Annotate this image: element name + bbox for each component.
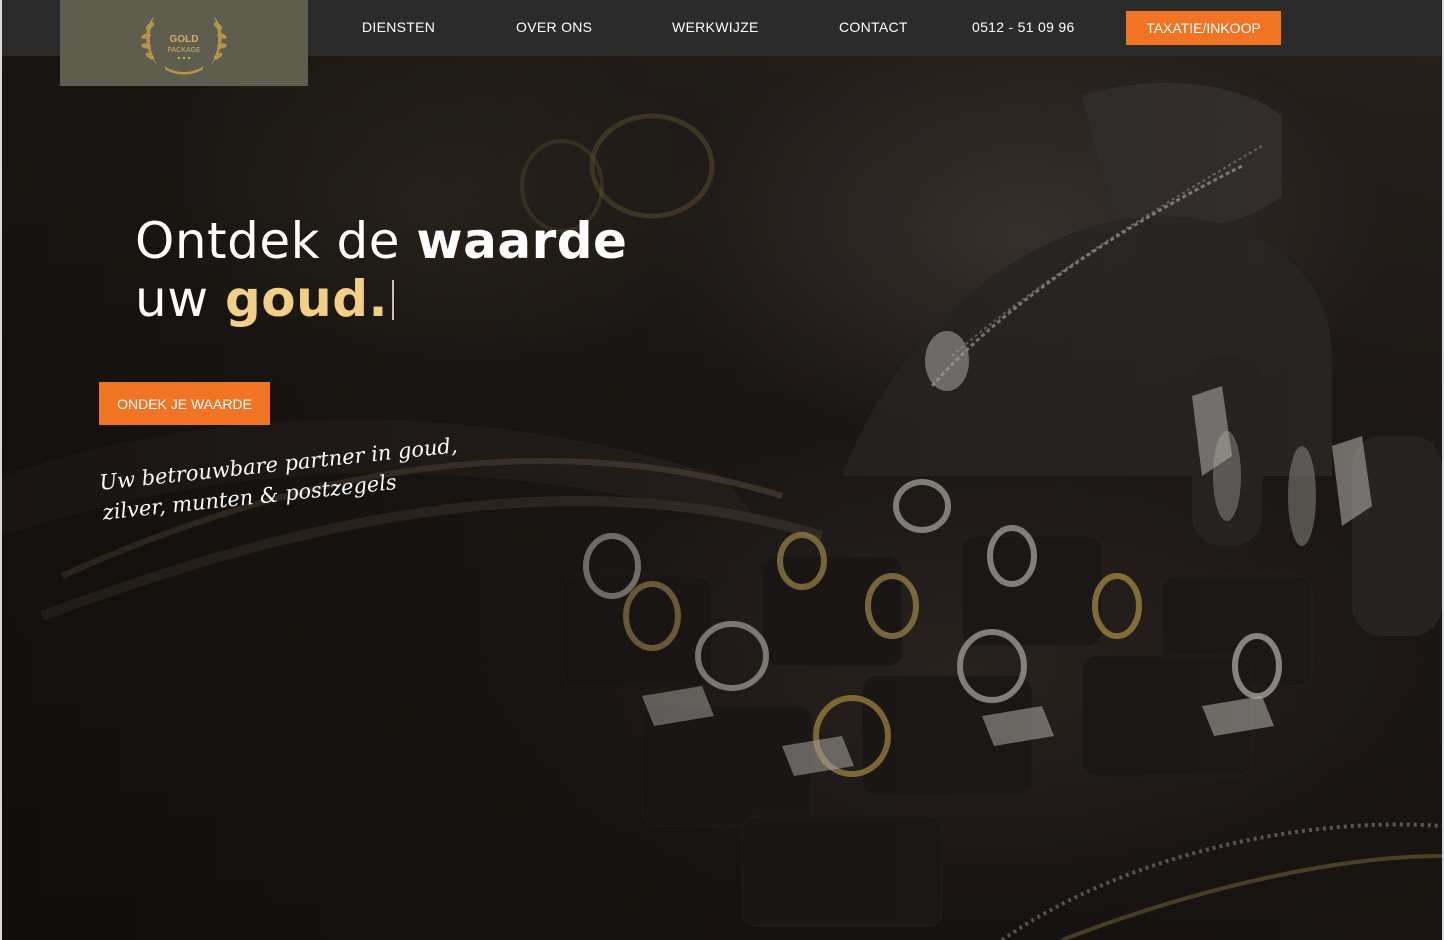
typing-cursor — [392, 280, 395, 320]
laurel-wreath-logo-icon: GOLD PACKAGE — [141, 16, 227, 75]
nav-item-diensten[interactable]: DIENSTEN — [362, 19, 435, 35]
logo[interactable]: GOLD PACKAGE — [60, 0, 308, 86]
headline-text-gold: goud. — [225, 270, 389, 328]
logo-text-package: PACKAGE — [167, 47, 201, 54]
headline-text-3: uw — [135, 270, 209, 328]
headline-text-1: Ontdek de — [135, 212, 400, 270]
taxatie-inkoop-button[interactable]: TAXATIE/INKOOP — [1126, 11, 1281, 45]
phone-number-link[interactable]: 0512 - 51 09 96 — [972, 19, 1075, 35]
nav-item-over-ons[interactable]: OVER ONS — [516, 19, 592, 35]
headline-text-2: waarde — [416, 212, 628, 270]
logo-text-gold: GOLD — [170, 34, 199, 45]
nav-item-werkwijze[interactable]: WERKWIJZE — [672, 19, 759, 35]
ontdek-waarde-button[interactable]: ONDEK JE WAARDE — [99, 382, 270, 425]
hero-headline: Ontdek de waarde uw goud. — [135, 212, 627, 328]
nav-item-contact[interactable]: CONTACT — [839, 19, 908, 35]
page: DIENSTEN OVER ONS WERKWIJZE CONTACT 0512… — [0, 0, 1444, 940]
